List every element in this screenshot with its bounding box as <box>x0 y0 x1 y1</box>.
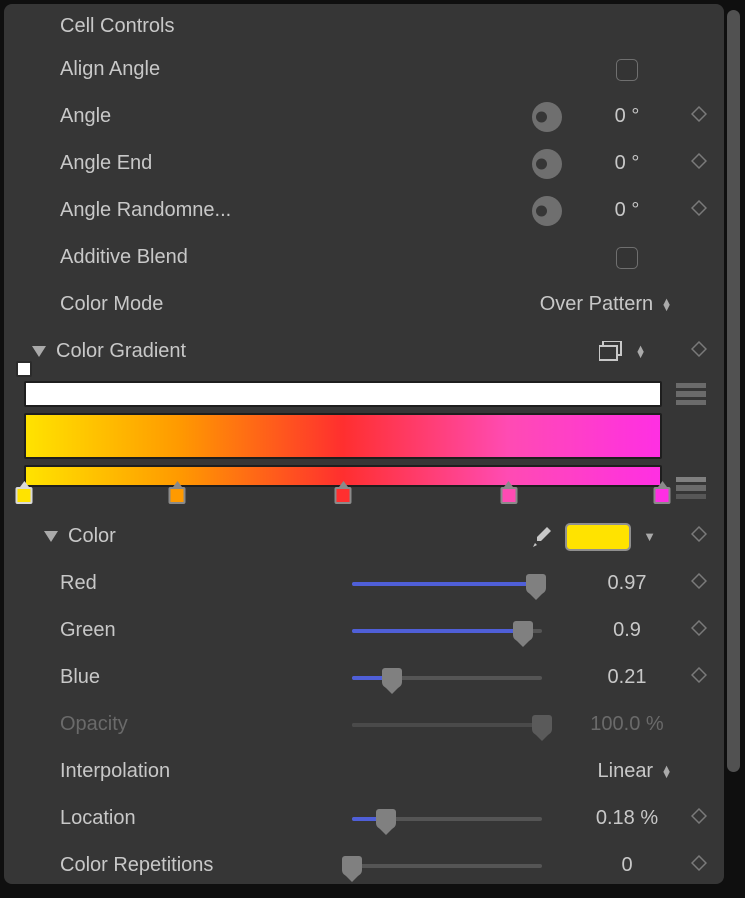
additive-blend-checkbox[interactable] <box>616 247 638 269</box>
row-green: Green 0.9 <box>4 607 724 654</box>
colrep-value[interactable]: 0 <box>572 854 682 877</box>
angle-end-dial[interactable] <box>532 149 562 179</box>
up-down-icon: ▲▼ <box>635 346 648 358</box>
chevron-down-icon[interactable]: ▼ <box>643 529 656 544</box>
color-stop[interactable] <box>500 487 517 504</box>
colrep-keyframe[interactable] <box>682 854 716 877</box>
row-angle-randomness: Angle Randomne... 0 ° <box>4 187 724 234</box>
blue-slider[interactable] <box>352 676 542 680</box>
opacity-spread-icon[interactable] <box>676 383 706 405</box>
colrep-label: Color Repetitions <box>60 854 213 877</box>
up-down-icon: ▲▼ <box>661 766 674 778</box>
align-angle-checkbox[interactable] <box>616 59 638 81</box>
angle-randomness-label: Angle Randomne... <box>60 199 231 222</box>
green-value[interactable]: 0.9 <box>572 619 682 642</box>
angle-value[interactable]: 0 ° <box>572 105 682 128</box>
location-value[interactable]: 0.18 % <box>572 807 682 830</box>
row-angle: Angle 0 ° <box>4 93 724 140</box>
gradient-editor <box>4 375 724 511</box>
blue-value[interactable]: 0.21 <box>572 666 682 689</box>
opacity-stop[interactable] <box>16 361 32 377</box>
gradient-preview <box>24 413 662 459</box>
inspector-panel: Cell Controls Align Angle Angle 0 ° Angl… <box>4 4 724 884</box>
gradient-preset-popup[interactable]: ▲▼ <box>599 341 652 363</box>
opacity-value: 100.0 % <box>572 713 682 736</box>
up-down-icon: ▲▼ <box>661 299 674 311</box>
row-color-gradient: Color Gradient ▲▼ <box>4 328 724 375</box>
opacity-label: Opacity <box>60 713 128 736</box>
row-color: Color ▼ <box>4 513 724 560</box>
disclosure-color[interactable] <box>34 531 68 543</box>
color-stops-row <box>24 487 662 511</box>
row-color-mode: Color Mode Over Pattern ▲▼ <box>4 281 724 328</box>
row-blue: Blue 0.21 <box>4 654 724 701</box>
disclosure-color-gradient[interactable] <box>22 346 56 358</box>
angle-randomness-keyframe[interactable] <box>682 199 716 222</box>
interp-value: Linear <box>598 760 654 783</box>
row-red: Red 0.97 <box>4 560 724 607</box>
row-location: Location 0.18 % <box>4 795 724 842</box>
eyedropper-icon[interactable] <box>529 525 553 549</box>
additive-blend-label: Additive Blend <box>60 246 188 269</box>
stack-icon <box>599 341 625 363</box>
color-stop[interactable] <box>654 487 671 504</box>
location-keyframe[interactable] <box>682 807 716 830</box>
color-swatch[interactable] <box>565 523 631 551</box>
interp-label: Interpolation <box>60 760 170 783</box>
red-keyframe[interactable] <box>682 572 716 595</box>
angle-label: Angle <box>60 105 111 128</box>
angle-dial[interactable] <box>532 102 562 132</box>
location-slider[interactable] <box>352 817 542 821</box>
row-additive-blend: Additive Blend <box>4 234 724 281</box>
color-mode-label: Color Mode <box>60 293 163 316</box>
blue-keyframe[interactable] <box>682 666 716 689</box>
color-stop[interactable] <box>16 487 33 504</box>
row-angle-end: Angle End 0 ° <box>4 140 724 187</box>
color-gradient-keyframe[interactable] <box>682 340 716 363</box>
row-colrep: Color Repetitions 0 <box>4 842 724 889</box>
color-mode-popup[interactable]: Over Pattern ▲▼ <box>540 293 674 316</box>
row-opacity: Opacity 100.0 % <box>4 701 724 748</box>
color-spread-icon[interactable] <box>676 477 706 499</box>
opacity-slider <box>352 723 542 727</box>
row-align-angle: Align Angle <box>4 46 724 93</box>
red-slider[interactable] <box>352 582 542 586</box>
color-gradient-label: Color Gradient <box>56 340 186 363</box>
red-value[interactable]: 0.97 <box>572 572 682 595</box>
color-stop[interactable] <box>169 487 186 504</box>
green-label: Green <box>60 619 116 642</box>
align-angle-label: Align Angle <box>60 58 160 81</box>
color-stop[interactable] <box>335 487 352 504</box>
angle-end-keyframe[interactable] <box>682 152 716 175</box>
location-label: Location <box>60 807 136 830</box>
opacity-track[interactable] <box>24 381 662 407</box>
colrep-slider[interactable] <box>352 864 542 868</box>
angle-randomness-dial[interactable] <box>532 196 562 226</box>
color-keyframe[interactable] <box>682 525 716 548</box>
red-label: Red <box>60 572 97 595</box>
green-keyframe[interactable] <box>682 619 716 642</box>
angle-randomness-value[interactable]: 0 ° <box>572 199 682 222</box>
green-slider[interactable] <box>352 629 542 633</box>
scrollbar[interactable] <box>727 10 740 772</box>
angle-keyframe[interactable] <box>682 105 716 128</box>
angle-end-label: Angle End <box>60 152 152 175</box>
color-mode-value: Over Pattern <box>540 293 653 316</box>
section-title: Cell Controls <box>60 15 174 38</box>
row-interp: Interpolation Linear ▲▼ <box>4 748 724 795</box>
interp-popup[interactable]: Linear ▲▼ <box>598 760 675 783</box>
section-header-cell-controls: Cell Controls <box>4 6 724 46</box>
angle-end-value[interactable]: 0 ° <box>572 152 682 175</box>
color-label: Color <box>68 525 116 548</box>
blue-label: Blue <box>60 666 100 689</box>
